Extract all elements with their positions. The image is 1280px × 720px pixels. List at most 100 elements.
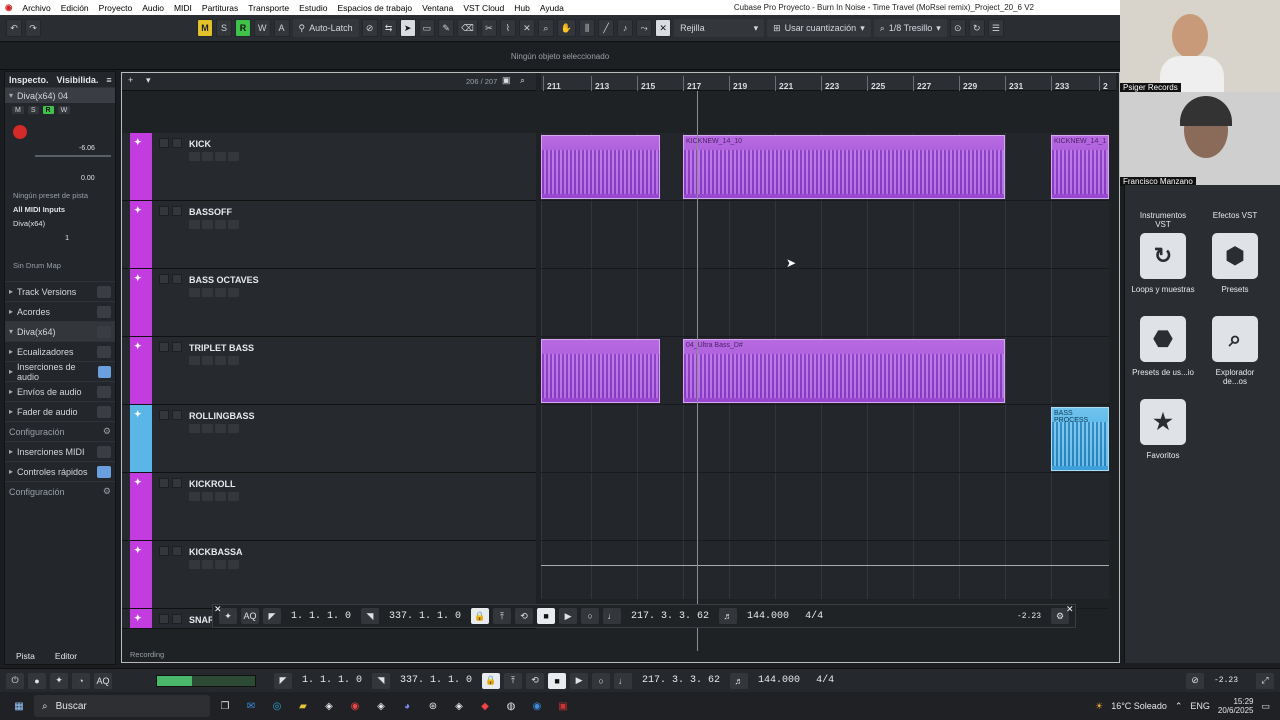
windows-start-icon[interactable]: ▦ <box>8 695 30 717</box>
redo-icon[interactable]: ↷ <box>25 19 41 37</box>
play-button[interactable]: ▶ <box>559 608 578 624</box>
track-color-strip[interactable]: ✦ <box>130 337 152 404</box>
track-solo-button[interactable] <box>172 546 182 556</box>
automation-mode-select[interactable]: ⚲ Auto-Latch <box>292 19 359 37</box>
monitor-icon[interactable] <box>202 424 213 433</box>
menu-hub[interactable]: Hub <box>509 3 535 13</box>
track-mute-button[interactable] <box>159 478 169 488</box>
menu-icon[interactable]: ≡ <box>106 75 111 85</box>
track-row[interactable]: ✦ TRIPLET BASS <box>122 337 536 405</box>
eraser-tool-icon[interactable]: ⌫ <box>457 19 478 37</box>
left-locator-icon[interactable]: ◤ <box>274 672 292 689</box>
play-button[interactable]: ▶ <box>570 672 589 689</box>
weather-text[interactable]: 16°C Soleado <box>1111 701 1167 711</box>
section-config[interactable]: Configuración ⚙ <box>5 421 115 441</box>
suspend-icon[interactable]: ⊘ <box>361 19 378 37</box>
timeline-ruler[interactable]: 211 213 215 217 219 221 223 225 227 229 231 233 2 <box>541 73 1116 91</box>
write-icon[interactable] <box>228 356 239 365</box>
record-mode-icon[interactable]: ⊙ <box>949 19 966 37</box>
position-value[interactable]: 217. 3. 3. 62 <box>625 611 715 622</box>
clock[interactable]: 15:29 20/6/2025 <box>1218 697 1254 715</box>
midi-channel[interactable]: 1 <box>5 231 115 245</box>
task-view-icon[interactable]: ❐ <box>214 695 236 717</box>
weather-icon[interactable]: ☀ <box>1095 701 1103 712</box>
track-row[interactable]: ✦ KICK <box>122 133 536 201</box>
media-presets[interactable]: ⬢ Presets <box>1203 233 1267 294</box>
read-icon[interactable] <box>215 152 226 161</box>
track-name[interactable]: KICKBASSA <box>189 547 243 557</box>
mute-tool-icon[interactable]: ✕ <box>518 19 535 37</box>
scissors-tool-icon[interactable]: ✂ <box>480 19 497 37</box>
track-solo-button[interactable] <box>172 206 182 216</box>
track-color-strip[interactable]: ✦ <box>130 269 152 336</box>
track-name[interactable]: BASS OCTAVES <box>189 275 259 285</box>
event-part[interactable]: KICKNEW_14_10 <box>683 135 1005 199</box>
mute-button[interactable]: M <box>197 19 213 37</box>
record-enable-icon[interactable] <box>189 288 200 297</box>
track-row[interactable]: ✦ ROLLINGBASS <box>122 405 536 473</box>
section-audio-sends[interactable]: ▸ Envíos de audio <box>5 381 115 401</box>
track-mute-button[interactable] <box>159 614 169 624</box>
track-color-strip[interactable]: ✦ <box>130 405 152 472</box>
app-logo-icon[interactable]: ◉ <box>0 2 17 13</box>
nudge-icon[interactable]: ⇆ <box>380 19 397 37</box>
punch-icon[interactable]: ⤒ <box>504 672 523 689</box>
left-locator-icon[interactable]: ◤ <box>263 608 281 624</box>
monitor-icon[interactable] <box>202 356 213 365</box>
left-locator-value[interactable]: 1. 1. 1. 0 <box>296 675 368 686</box>
track-solo-button[interactable] <box>172 478 182 488</box>
menu-estudio[interactable]: Estudio <box>294 3 332 13</box>
menu-audio[interactable]: Audio <box>137 3 169 13</box>
range-tool-icon[interactable]: ▭ <box>418 19 436 37</box>
sync-icon[interactable]: ↻ <box>968 19 985 37</box>
write-icon[interactable] <box>228 220 239 229</box>
gear-icon[interactable]: ⚙ <box>103 486 111 497</box>
undo-icon[interactable]: ↶ <box>6 19 22 37</box>
right-locator-value[interactable]: 337. 1. 1. 0 <box>383 611 467 622</box>
record-button[interactable]: ○ <box>592 672 611 689</box>
track-color-strip[interactable]: ✦ <box>130 201 152 268</box>
menu-vstcloud[interactable]: VST Cloud <box>458 3 509 13</box>
track-color-strip[interactable]: ✦ <box>130 609 152 628</box>
speaker-tool-icon[interactable]: ♪ <box>617 19 634 37</box>
track-row[interactable]: ✦ KICKROLL <box>122 473 536 541</box>
right-locator-icon[interactable]: ◥ <box>372 672 391 689</box>
track-lane[interactable] <box>541 473 1109 541</box>
section-midi-inserts[interactable]: ▸ Inserciones MIDI <box>5 441 115 461</box>
inspector-mute-button[interactable]: M <box>11 105 25 115</box>
lock-icon[interactable]: 🔒 <box>471 608 490 624</box>
inspector-read-button[interactable]: R <box>41 105 55 115</box>
app-icon[interactable]: ◈ <box>370 695 392 717</box>
volume-value[interactable]: -6.06 <box>79 145 95 152</box>
transport-menu-icon[interactable]: ✦ <box>50 672 68 689</box>
solo-button[interactable]: S <box>216 19 232 37</box>
cycle-icon[interactable]: ⟲ <box>515 608 534 624</box>
read-automation-button[interactable]: R <box>235 19 251 37</box>
zoom-icon[interactable]: ◉ <box>526 695 548 717</box>
track-preset[interactable]: Ningún preset de pista <box>5 189 115 203</box>
midi-input[interactable]: All MIDI Inputs <box>5 203 115 217</box>
right-locator-value[interactable]: 337. 1. 1. 0 <box>394 675 478 686</box>
record-enable-icon[interactable] <box>189 152 200 161</box>
track-lane[interactable] <box>541 269 1109 337</box>
cubase-icon[interactable]: ◆ <box>474 695 496 717</box>
record-enable-icon[interactable] <box>189 560 200 569</box>
track-name[interactable]: KICKROLL <box>189 479 236 489</box>
track-name[interactable]: TRIPLET BASS <box>189 343 254 353</box>
pan-value[interactable]: 0.00 <box>81 175 95 182</box>
media-favorites[interactable]: ★ Favoritos <box>1131 399 1195 460</box>
track-solo-button[interactable] <box>172 410 182 420</box>
monitor-icon[interactable] <box>202 492 213 501</box>
edge-icon[interactable]: ◎ <box>266 695 288 717</box>
event-part[interactable]: BASS PROCESS <box>1051 407 1109 471</box>
close-icon[interactable]: ✕ <box>1066 604 1074 615</box>
tab-inspector[interactable]: Inspecto. <box>9 75 49 85</box>
track-mute-button[interactable] <box>159 546 169 556</box>
inspector-track-header[interactable]: ▾ Diva(x64) 04 <box>5 87 115 103</box>
track-mute-button[interactable] <box>159 274 169 284</box>
monitor-icon[interactable] <box>202 288 213 297</box>
write-icon[interactable] <box>228 560 239 569</box>
track-lane[interactable] <box>541 201 1109 269</box>
event-display[interactable]: KICKNEW_14_10 KICKNEW_14_1 04_Ultra Bass_D… <box>541 133 1109 609</box>
track-lane[interactable] <box>541 541 1109 609</box>
